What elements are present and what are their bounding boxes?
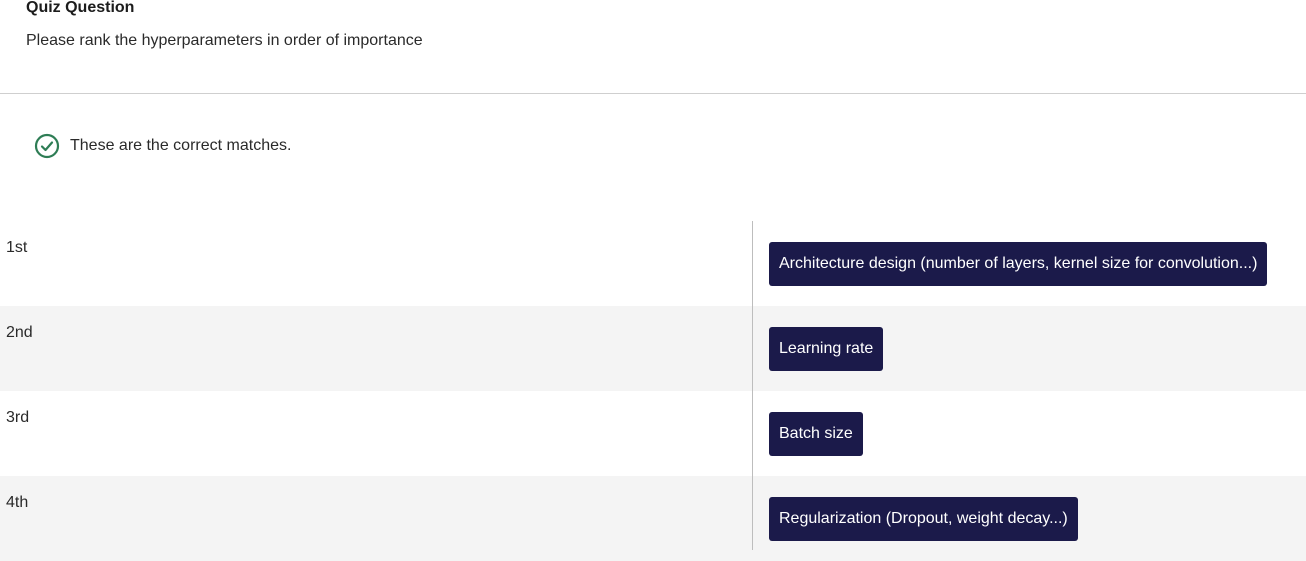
table-row: 3rd Batch size xyxy=(0,391,1306,476)
table-row: 2nd Learning rate xyxy=(0,306,1306,391)
table-row: 4th Regularization (Dropout, weight deca… xyxy=(0,476,1306,561)
match-chip[interactable]: Learning rate xyxy=(769,327,884,371)
rank-label: 3rd xyxy=(6,409,30,426)
check-circle-icon xyxy=(34,133,60,159)
rank-label: 1st xyxy=(6,239,28,256)
quiz-title: Quiz Question xyxy=(26,0,135,16)
feedback-message: These are the correct matches. xyxy=(34,132,291,160)
quiz-header: Quiz Question Please rank the hyperparam… xyxy=(0,0,1306,94)
match-chip[interactable]: Architecture design (number of layers, k… xyxy=(769,242,1268,286)
feedback-text: These are the correct matches. xyxy=(70,137,292,154)
match-chip[interactable]: Batch size xyxy=(769,412,863,456)
ranking-table: 1st Architecture design (number of layer… xyxy=(0,221,1306,561)
match-chip[interactable]: Regularization (Dropout, weight decay...… xyxy=(769,497,1078,541)
rank-label: 2nd xyxy=(6,324,33,341)
quiz-prompt: Please rank the hyperparameters in order… xyxy=(26,32,423,49)
rank-label: 4th xyxy=(6,494,29,511)
table-row: 1st Architecture design (number of layer… xyxy=(0,221,1306,306)
column-divider xyxy=(752,221,753,550)
